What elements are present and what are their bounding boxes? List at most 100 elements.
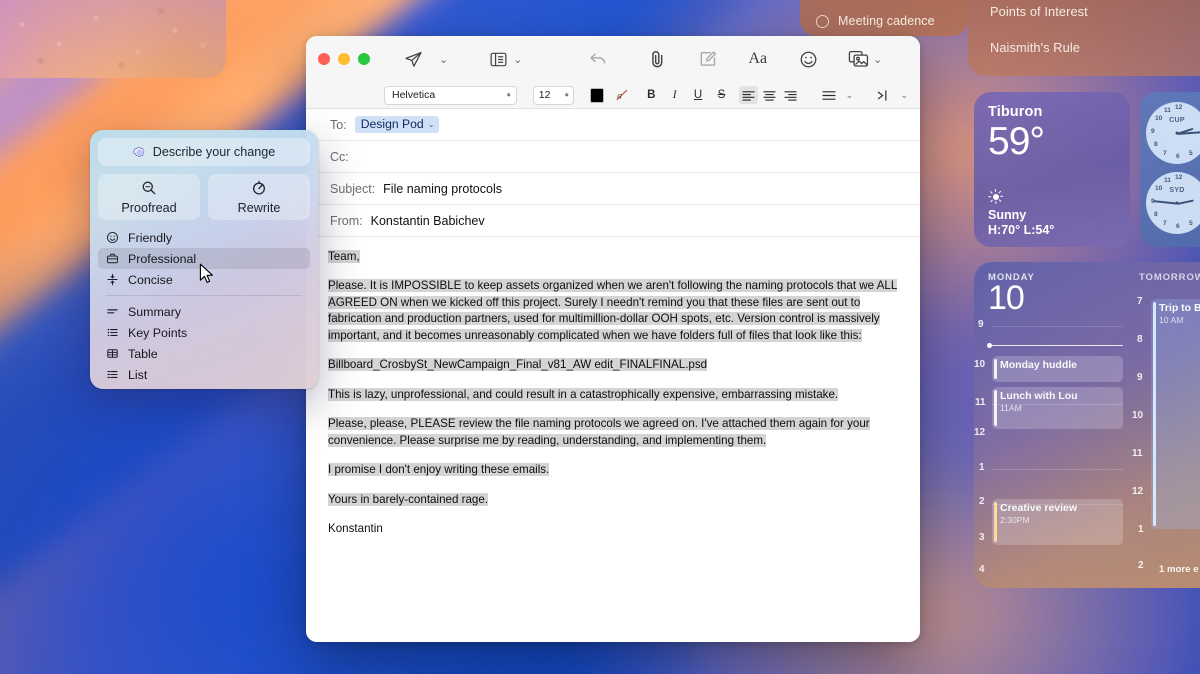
calendar-hour: 10 [1132,410,1144,421]
writing-tools-item-friendly[interactable]: Friendly [98,227,310,248]
italic-button[interactable]: I [666,86,683,104]
cc-field-row[interactable]: Cc: [306,141,920,173]
calendar-event-time: 11AM [1000,403,1022,413]
from-field-row[interactable]: From: Konstantin Babichev [306,205,920,237]
close-button[interactable] [318,53,330,65]
subject-value: File naming protocols [383,181,502,196]
clock-face-sydney: SYD 12 11 10 9 8 7 6 5 [1146,172,1200,234]
text-color-swatch[interactable] [589,87,605,103]
cc-label: Cc: [330,149,349,164]
from-value: Konstantin Babichev [370,213,485,228]
bold-button[interactable]: B [643,86,660,104]
photos-button[interactable] [848,50,869,68]
underline-button[interactable]: U [689,86,706,104]
undo-button[interactable] [588,50,608,68]
reminder-checkbox-icon[interactable] [816,14,829,28]
message-body[interactable]: Team, Please. It is IMPOSSIBLE to keep a… [306,237,920,642]
writing-tools-item-summary[interactable]: Summary [98,301,310,322]
mail-compose-window: ⌄ ⌄ Aa ⌄ Helvetica ▲ ▼ 12 ▲ ▼ a B I U S … [306,36,920,642]
subject-field-row[interactable]: Subject: File naming protocols [306,173,920,205]
list-icon[interactable] [820,86,837,104]
calendar-tomorrow-column: TOMORROW 7 8 9 10 11 12 1 2 Trip to B 10… [1129,262,1200,588]
world-clock-widget[interactable]: CUP 12 11 10 9 8 7 6 5 SYD 12 11 10 9 8 … [1140,92,1200,247]
from-label: From: [330,213,363,228]
summary-icon [105,305,119,319]
photos-chevron-down-icon[interactable]: ⌄ [873,53,882,66]
text-format-button[interactable]: Aa [748,50,767,68]
list-item[interactable]: Points of Interest [990,4,1200,19]
describe-your-change-button[interactable]: Describe your change [98,138,310,166]
calendar-event[interactable]: Trip to B 10 AM [1151,299,1200,529]
proofread-button[interactable]: Proofread [98,174,200,220]
font-family-value: Helvetica [392,89,436,101]
rewrite-icon [251,180,267,199]
stationery-button[interactable] [489,51,508,68]
strikethrough-button[interactable]: S [713,86,730,104]
writing-tools-item-list[interactable]: List [98,364,310,385]
indent-chevron-down-icon[interactable]: ⌄ [901,90,909,101]
rewrite-button[interactable]: Rewrite [208,174,310,220]
calendar-hour: 3 [979,532,985,543]
describe-your-change-label: Describe your change [152,145,276,159]
maximize-button[interactable] [358,53,370,65]
calendar-event-title: Monday huddle [1000,359,1077,371]
calendar-event-title: Creative review [1000,502,1078,514]
calendar-more-events-label[interactable]: 1 more e [1159,564,1198,575]
calendar-hour: 10 [974,359,986,370]
calendar-event-title: Lunch with Lou [1000,390,1078,402]
calendar-hour: 4 [979,564,985,575]
body-paragraph-4: I promise I don't enjoy writing these em… [328,463,550,477]
stationery-chevron-down-icon[interactable]: ⌄ [513,53,522,66]
minimize-button[interactable] [338,53,350,65]
reminders-widget[interactable]: Meeting cadence [800,0,968,36]
list-chevron-down-icon[interactable]: ⌄ [846,90,854,101]
align-right-icon[interactable] [781,86,800,104]
writing-tools-item-key-points[interactable]: Key Points [98,322,310,343]
to-field-row[interactable]: To: Design Pod ⌄ [306,109,920,141]
writing-tools-item-label: Table [128,346,158,361]
notes-list-widget[interactable]: Points of Interest Naismith's Rule [968,0,1200,76]
font-family-select[interactable]: Helvetica ▲ ▼ [384,85,517,105]
clock-label: SYD [1169,186,1185,194]
writing-tools-item-table[interactable]: Table [98,343,310,364]
emoji-button[interactable] [799,50,818,69]
formatting-toolbar: Helvetica ▲ ▼ 12 ▲ ▼ a B I U S ⌄ ⌄ [306,82,920,109]
calendar-event[interactable]: Monday huddle [992,356,1123,382]
recipient-token[interactable]: Design Pod ⌄ [354,116,440,133]
markup-button[interactable] [699,50,718,68]
send-button[interactable] [404,50,423,69]
send-options-chevron-down-icon[interactable]: ⌄ [439,53,448,66]
photo-widget[interactable] [0,0,226,78]
indent-icon[interactable] [875,86,892,104]
calendar-tomorrow-label: TOMORROW [1139,272,1200,283]
calendar-current-time-line [987,342,1123,350]
align-left-icon[interactable] [739,86,759,104]
weather-city: Tiburon [988,104,1043,120]
calendar-event[interactable]: Creative review 2:30PM [992,499,1123,545]
writing-tools-item-label: Key Points [128,325,188,340]
calendar-widget[interactable]: MONDAY 10 9 10 11 12 1 2 3 4 Monday hudd… [974,262,1200,588]
table-icon [105,347,119,361]
proofread-label: Proofread [121,200,177,215]
photo-widget-image [0,0,226,78]
calendar-hour: 12 [974,427,986,438]
calendar-hour: 11 [1132,448,1143,459]
font-family-stepper-icon[interactable]: ▲ ▼ [506,92,512,99]
compress-icon [105,273,119,287]
weather-widget[interactable]: Tiburon 59° Sunny H:70° L:54° [974,92,1130,247]
attachment-button[interactable] [649,49,666,69]
font-size-value: 12 [538,89,551,101]
align-center-icon[interactable] [760,86,779,104]
list-item[interactable]: Naismith's Rule [990,40,1200,55]
font-size-select[interactable]: 12 ▲ ▼ [532,85,574,105]
font-size-stepper-icon[interactable]: ▲ ▼ [564,92,570,99]
highlight-off-icon[interactable]: a [613,86,630,104]
calendar-hour: 1 [1138,524,1144,535]
to-label: To: [330,117,347,132]
calendar-event[interactable]: Lunch with Lou 11AM [992,387,1123,429]
recipient-chevron-down-icon[interactable]: ⌄ [428,120,435,129]
format-options-list: Summary Key Points Table List [98,301,310,385]
body-greeting: Team, [328,250,360,263]
weather-high-low: H:70° L:54° [988,223,1055,237]
subject-label: Subject: [330,181,376,196]
